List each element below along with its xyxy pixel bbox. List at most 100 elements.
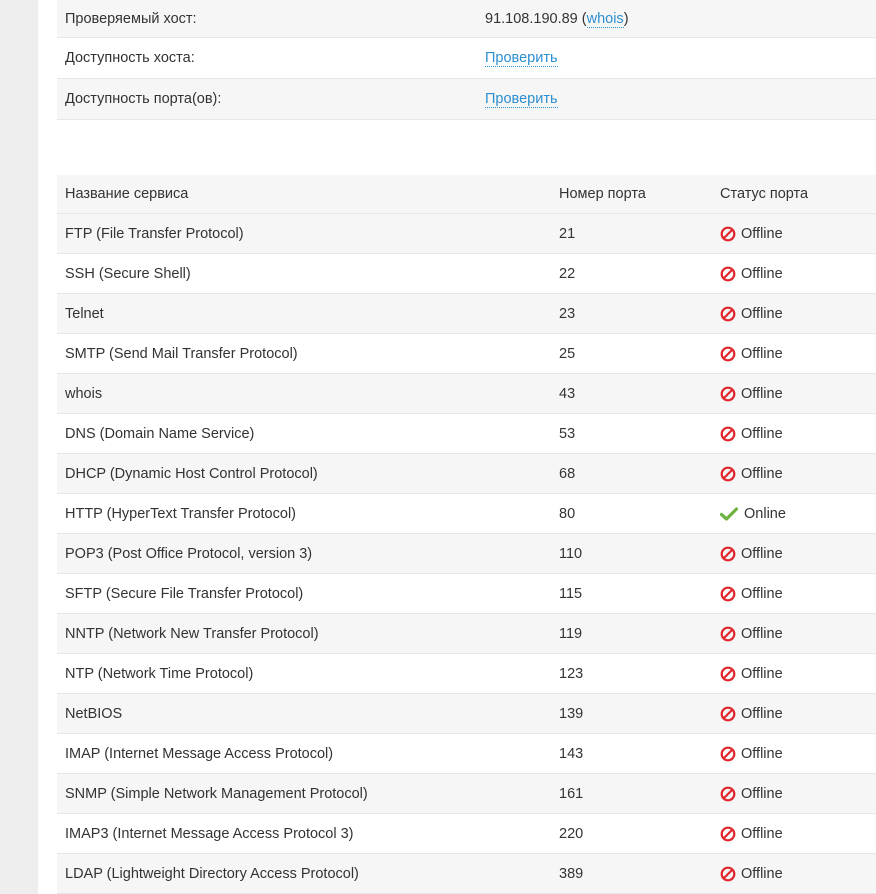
status-text: Offline	[741, 305, 783, 322]
service-name: Telnet	[65, 305, 104, 322]
port-status: Offline	[712, 546, 876, 562]
status-text: Offline	[741, 465, 783, 482]
table-row: IMAP3 (Internet Message Access Protocol …	[57, 814, 876, 854]
status-text: Offline	[741, 665, 783, 682]
port-status: Offline	[712, 826, 876, 842]
offline-icon	[720, 626, 736, 642]
ports-table: Название сервиса Номер порта Статус порт…	[57, 175, 876, 894]
table-row: SNMP (Simple Network Management Protocol…	[57, 774, 876, 814]
whois-close-paren: )	[623, 10, 629, 27]
ports-table-body: FTP (File Transfer Protocol) 21 Offline SSH…	[57, 214, 876, 894]
port-number: 21	[559, 225, 576, 242]
status-text: Offline	[741, 545, 783, 562]
service-name: NNTP (Network New Transfer Protocol)	[65, 625, 319, 642]
port-number: 25	[559, 345, 576, 362]
ports-table-header: Название сервиса Номер порта Статус порт…	[57, 175, 876, 214]
service-name: LDAP (Lightweight Directory Access Proto…	[65, 865, 359, 882]
header-status: Статус порта	[720, 186, 809, 202]
table-row: Telnet 23 Offline	[57, 294, 876, 334]
port-number: 389	[559, 865, 584, 882]
offline-icon	[720, 386, 736, 402]
port-number: 139	[559, 705, 584, 722]
table-row: SSH (Secure Shell) 22 Offline	[57, 254, 876, 294]
table-row: NTP (Network Time Protocol) 123 Offline	[57, 654, 876, 694]
host-label: Проверяемый хост:	[65, 10, 197, 27]
port-status: Offline	[712, 266, 876, 282]
status-text: Offline	[741, 865, 783, 882]
status-text: Offline	[741, 385, 783, 402]
port-number: 123	[559, 665, 584, 682]
service-name: whois	[65, 385, 103, 402]
host-availability-value: Проверить	[485, 50, 876, 67]
port-status: Offline	[712, 586, 876, 602]
service-name: SMTP (Send Mail Transfer Protocol)	[65, 345, 298, 362]
table-row: NNTP (Network New Transfer Protocol) 119 O…	[57, 614, 876, 654]
whois-open-paren: (	[581, 10, 587, 27]
port-availability-value: Проверить	[485, 91, 876, 108]
service-name: IMAP3 (Internet Message Access Protocol …	[65, 825, 354, 842]
host-row: Проверяемый хост: 91.108.190.89 (whois)	[57, 0, 876, 38]
host-availability-label: Доступность хоста:	[65, 50, 195, 66]
online-icon	[720, 506, 738, 522]
offline-icon	[720, 746, 736, 762]
table-row: DNS (Domain Name Service) 53 Offline	[57, 414, 876, 454]
offline-icon	[720, 346, 736, 362]
table-row: POP3 (Post Office Protocol, version 3) 11…	[57, 534, 876, 574]
service-name: DNS (Domain Name Service)	[65, 425, 255, 442]
check-ports-link[interactable]: Проверить	[485, 91, 558, 108]
offline-icon	[720, 266, 736, 282]
service-name: NTP (Network Time Protocol)	[65, 665, 254, 682]
whois-link[interactable]: whois	[586, 10, 624, 28]
status-text: Offline	[741, 745, 783, 762]
offline-icon	[720, 226, 736, 242]
status-text: Offline	[741, 265, 783, 282]
port-number: 23	[559, 305, 576, 322]
offline-icon	[720, 426, 736, 442]
host-info-table: Проверяемый хост: 91.108.190.89 (whois) …	[57, 0, 876, 120]
host-availability-row: Доступность хоста: Проверить	[57, 38, 876, 79]
service-name: HTTP (HyperText Transfer Protocol)	[65, 505, 296, 522]
offline-icon	[720, 826, 736, 842]
table-row: LDAP (Lightweight Directory Access Proto…	[57, 854, 876, 894]
service-name: IMAP (Internet Message Access Protocol)	[65, 745, 334, 762]
table-row: IMAP (Internet Message Access Protocol) 1…	[57, 734, 876, 774]
port-status: Offline	[712, 346, 876, 362]
host-value: 91.108.190.89 (whois)	[485, 10, 876, 28]
offline-icon	[720, 586, 736, 602]
port-number: 161	[559, 785, 584, 802]
table-row: whois 43 Offline	[57, 374, 876, 414]
offline-icon	[720, 466, 736, 482]
header-port: Номер порта	[559, 186, 646, 202]
check-host-link[interactable]: Проверить	[485, 50, 558, 67]
offline-icon	[720, 706, 736, 722]
service-name: SSH (Secure Shell)	[65, 265, 191, 282]
offline-icon	[720, 306, 736, 322]
offline-icon	[720, 786, 736, 802]
main-content: Проверяемый хост: 91.108.190.89 (whois) …	[57, 0, 876, 894]
status-text: Offline	[741, 345, 783, 362]
status-text: Offline	[741, 585, 783, 602]
port-number: 80	[559, 505, 576, 522]
port-status: Offline	[712, 866, 876, 882]
table-row: SMTP (Send Mail Transfer Protocol) 25 Offl…	[57, 334, 876, 374]
table-row: SFTP (Secure File Transfer Protocol) 115 O…	[57, 574, 876, 614]
port-number: 110	[559, 545, 583, 562]
status-text: Offline	[741, 225, 783, 242]
offline-icon	[720, 546, 736, 562]
port-status: Offline	[712, 226, 876, 242]
status-text: Offline	[741, 785, 783, 802]
service-name: DHCP (Dynamic Host Control Protocol)	[65, 465, 318, 482]
port-number: 43	[559, 385, 576, 402]
host-ip: 91.108.190.89	[485, 10, 578, 27]
service-name: NetBIOS	[65, 705, 123, 722]
port-status: Offline	[712, 426, 876, 442]
table-row: FTP (File Transfer Protocol) 21 Offline	[57, 214, 876, 254]
port-number: 119	[559, 625, 583, 642]
service-name: POP3 (Post Office Protocol, version 3)	[65, 545, 313, 562]
service-name: FTP (File Transfer Protocol)	[65, 225, 244, 242]
port-status: Offline	[712, 786, 876, 802]
port-status: Online	[712, 506, 876, 522]
service-name: SNMP (Simple Network Management Protocol…	[65, 785, 368, 802]
port-number: 22	[559, 265, 576, 282]
